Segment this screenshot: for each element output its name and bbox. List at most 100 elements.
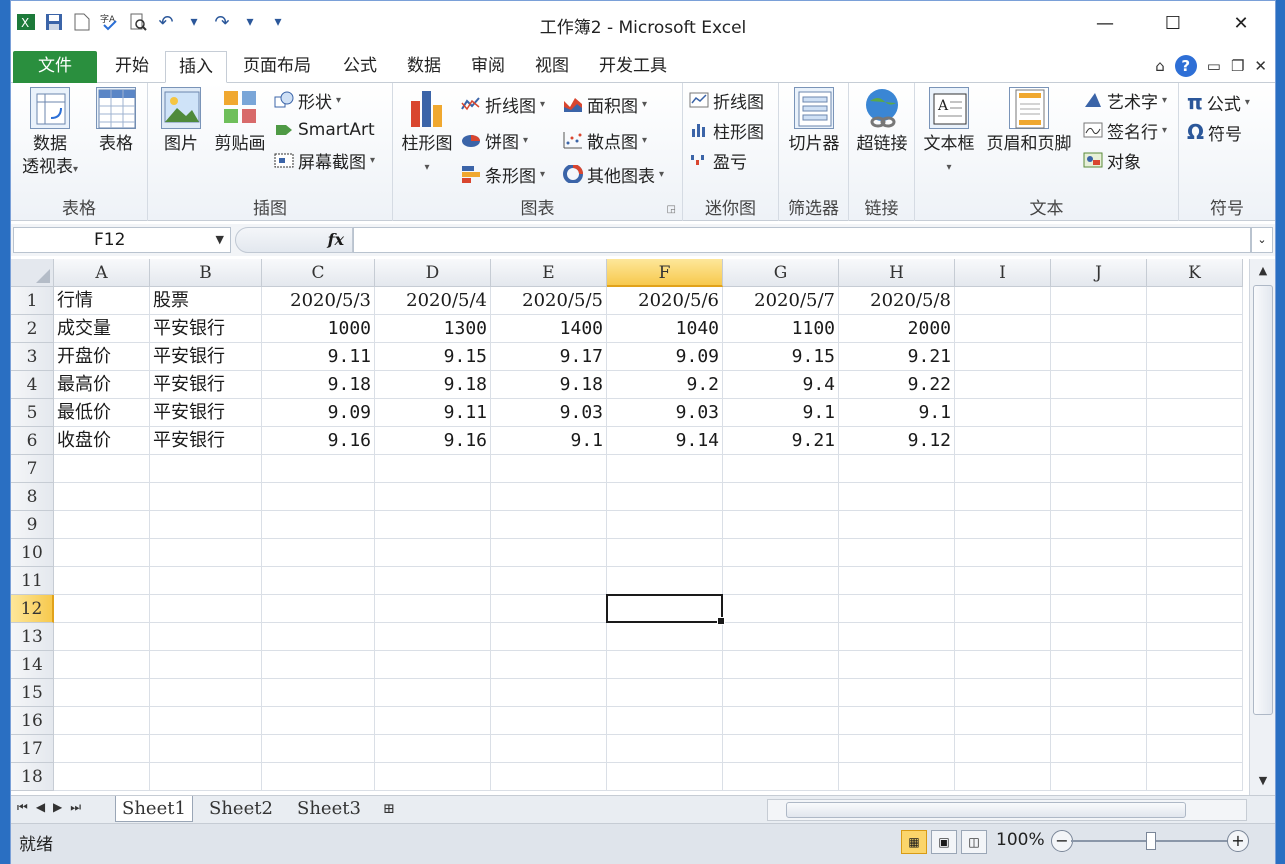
page-break-view-icon[interactable]: ◫ [961, 830, 987, 854]
cell-e12[interactable] [491, 595, 607, 623]
cell-k13[interactable] [1147, 623, 1243, 651]
cell-c14[interactable] [262, 651, 375, 679]
row-header-10[interactable]: 10 [11, 539, 54, 567]
sheet-tab-sheet3[interactable]: Sheet3 [291, 796, 367, 822]
cell-h12[interactable] [839, 595, 955, 623]
cell-b8[interactable] [150, 483, 262, 511]
cell-e1[interactable]: 2020/5/5 [491, 287, 607, 315]
minimize-ribbon-icon[interactable]: ⌂ [1155, 57, 1165, 75]
cell-e3[interactable]: 9.17 [491, 343, 607, 371]
row-header-1[interactable]: 1 [11, 287, 54, 315]
horizontal-scroll-thumb[interactable] [786, 802, 1186, 818]
cell-f7[interactable] [607, 455, 723, 483]
cell-e15[interactable] [491, 679, 607, 707]
table-button[interactable]: 表格 [89, 87, 143, 156]
cell-h8[interactable] [839, 483, 955, 511]
cell-j12[interactable] [1051, 595, 1147, 623]
picture-button[interactable]: 图片 [154, 87, 208, 156]
column-header-c[interactable]: C [262, 259, 375, 287]
cell-d15[interactable] [375, 679, 491, 707]
cell-j10[interactable] [1051, 539, 1147, 567]
charts-dialog-launcher-icon[interactable]: ◲ [667, 204, 676, 215]
cell-g3[interactable]: 9.15 [723, 343, 839, 371]
cell-j9[interactable] [1051, 511, 1147, 539]
cell-i13[interactable] [955, 623, 1051, 651]
tab-data[interactable]: 数据 [393, 51, 455, 83]
cell-a8[interactable] [54, 483, 150, 511]
cell-d10[interactable] [375, 539, 491, 567]
row-header-3[interactable]: 3 [11, 343, 54, 371]
cell-c11[interactable] [262, 567, 375, 595]
cell-d6[interactable]: 9.16 [375, 427, 491, 455]
cell-g1[interactable]: 2020/5/7 [723, 287, 839, 315]
cell-a15[interactable] [54, 679, 150, 707]
cell-a9[interactable] [54, 511, 150, 539]
select-all-button[interactable] [11, 259, 54, 287]
cell-e7[interactable] [491, 455, 607, 483]
cell-b14[interactable] [150, 651, 262, 679]
scatter-chart-button[interactable]: 散点图 ▾ [563, 127, 647, 153]
column-header-i[interactable]: I [955, 259, 1051, 287]
cell-d9[interactable] [375, 511, 491, 539]
cell-g17[interactable] [723, 735, 839, 763]
cell-j1[interactable] [1051, 287, 1147, 315]
cell-g8[interactable] [723, 483, 839, 511]
cell-b16[interactable] [150, 707, 262, 735]
row-header-4[interactable]: 4 [11, 371, 54, 399]
column-header-g[interactable]: G [723, 259, 839, 287]
cell-i18[interactable] [955, 763, 1051, 791]
cell-k11[interactable] [1147, 567, 1243, 595]
cell-g7[interactable] [723, 455, 839, 483]
cell-b13[interactable] [150, 623, 262, 651]
column-header-e[interactable]: E [491, 259, 607, 287]
cell-i1[interactable] [955, 287, 1051, 315]
cell-i17[interactable] [955, 735, 1051, 763]
cell-k17[interactable] [1147, 735, 1243, 763]
cell-g12[interactable] [723, 595, 839, 623]
cell-j7[interactable] [1051, 455, 1147, 483]
cell-g9[interactable] [723, 511, 839, 539]
cell-b2[interactable]: 平安银行 [150, 315, 262, 343]
cell-c5[interactable]: 9.09 [262, 399, 375, 427]
close-workbook-icon[interactable]: ✕ [1254, 57, 1267, 75]
cell-e13[interactable] [491, 623, 607, 651]
cell-j18[interactable] [1051, 763, 1147, 791]
cell-f9[interactable] [607, 511, 723, 539]
cell-a6[interactable]: 收盘价 [54, 427, 150, 455]
cell-h3[interactable]: 9.21 [839, 343, 955, 371]
cell-d2[interactable]: 1300 [375, 315, 491, 343]
cell-h10[interactable] [839, 539, 955, 567]
cell-f17[interactable] [607, 735, 723, 763]
shapes-button[interactable]: 形状 ▾ [274, 87, 341, 113]
cell-a16[interactable] [54, 707, 150, 735]
cell-c4[interactable]: 9.18 [262, 371, 375, 399]
cell-f15[interactable] [607, 679, 723, 707]
cell-d7[interactable] [375, 455, 491, 483]
pivot-table-button[interactable]: 数据 透视表▾ [15, 87, 85, 181]
cell-k18[interactable] [1147, 763, 1243, 791]
other-charts-button[interactable]: 其他图表 ▾ [563, 161, 664, 187]
symbol-button[interactable]: Ω 符号 [1187, 119, 1242, 145]
cell-j2[interactable] [1051, 315, 1147, 343]
cell-d12[interactable] [375, 595, 491, 623]
row-header-12[interactable]: 12 [11, 595, 54, 623]
cell-g11[interactable] [723, 567, 839, 595]
cell-j5[interactable] [1051, 399, 1147, 427]
screenshot-button[interactable]: 屏幕截图 ▾ [274, 147, 375, 173]
cell-k15[interactable] [1147, 679, 1243, 707]
cell-a10[interactable] [54, 539, 150, 567]
cell-i5[interactable] [955, 399, 1051, 427]
cell-k14[interactable] [1147, 651, 1243, 679]
zoom-slider-knob[interactable] [1146, 832, 1156, 850]
cell-c8[interactable] [262, 483, 375, 511]
equation-button[interactable]: π 公式 ▾ [1187, 89, 1250, 115]
column-header-j[interactable]: J [1051, 259, 1147, 287]
formula-input[interactable] [353, 227, 1251, 253]
cell-a4[interactable]: 最高价 [54, 371, 150, 399]
cell-j13[interactable] [1051, 623, 1147, 651]
tab-view[interactable]: 视图 [521, 51, 583, 83]
cell-f10[interactable] [607, 539, 723, 567]
cell-h6[interactable]: 9.12 [839, 427, 955, 455]
cell-h5[interactable]: 9.1 [839, 399, 955, 427]
cell-j11[interactable] [1051, 567, 1147, 595]
